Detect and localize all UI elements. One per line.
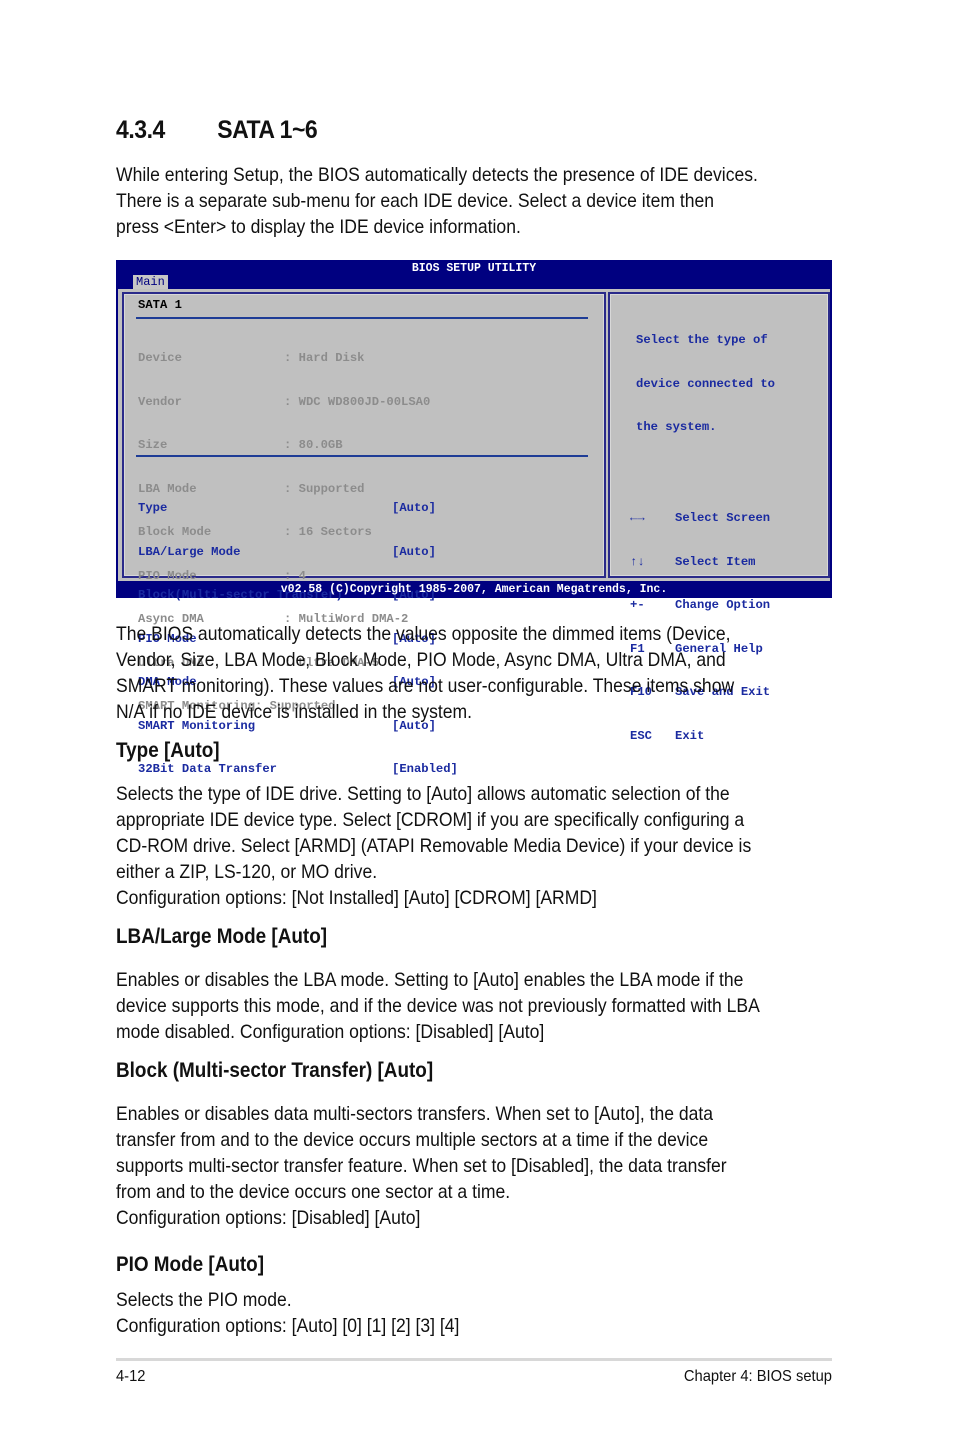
text-line: CD-ROM drive. Select [ARMD] (ATAPI Remov… <box>116 835 752 857</box>
key-row: ↑↓ Select Item <box>630 554 756 569</box>
text-line: supports multi-sector transfer feature. … <box>116 1155 727 1177</box>
text-line: Enables or disables the LBA mode. Settin… <box>116 969 744 991</box>
block-description: Enables or disables data multi-sectors t… <box>116 1101 782 1231</box>
text-line: SMART monitoring). These values are not … <box>116 675 735 697</box>
text-line: device supports this mode, and if the de… <box>116 995 760 1017</box>
bios-screenshot: BIOS SETUP UTILITY Main SATA 1 Device: H… <box>116 260 832 776</box>
section-number: 4.3.4 <box>116 116 165 144</box>
settings-panel: SATA 1 Device: Hard Disk Vendor: WDC WD8… <box>122 292 606 776</box>
key-row: ESC Exit <box>630 728 705 743</box>
option-row-lba-large-mode[interactable]: LBA/Large Mode [Auto] <box>138 545 458 560</box>
key-row: +- Change Option <box>630 598 771 612</box>
heading-lba-large-mode: LBA/Large Mode [Auto] <box>116 925 328 948</box>
text-line: mode disabled. Configuration options: [D… <box>116 1021 545 1043</box>
heading-pio-mode: PIO Mode [Auto] <box>116 1253 265 1276</box>
help-line: the system. <box>636 420 717 434</box>
text-line: While entering Setup, the BIOS automatic… <box>116 164 758 186</box>
page-number: 4-12 <box>116 1368 146 1385</box>
text-line: transfer from and to the device occurs m… <box>116 1129 709 1151</box>
tab-main[interactable]: Main <box>133 275 168 289</box>
section-heading: 4.3.4 SATA 1~6 <box>116 116 318 145</box>
lba-description: Enables or disables the LBA mode. Settin… <box>116 967 782 1045</box>
footer-divider <box>116 1358 832 1361</box>
left-right-arrows-icon: ←→ <box>630 511 645 525</box>
pio-description: Selects the PIO mode. Configuration opti… <box>116 1287 782 1339</box>
panel-title: SATA 1 <box>138 298 182 312</box>
heading-block-transfer: Block (Multi-sector Transfer) [Auto] <box>116 1059 434 1082</box>
text-line: Configuration options: [Not Installed] [… <box>116 887 597 909</box>
help-line: Select the type of <box>636 333 768 347</box>
text-line: appropriate IDE device type. Select [CDR… <box>116 809 745 831</box>
section-title: SATA 1~6 <box>217 116 318 144</box>
text-line: There is a separate sub-menu for each ID… <box>116 190 714 212</box>
text-line: N/A if no IDE device is installed in the… <box>116 701 473 723</box>
option-row-32bit-transfer[interactable]: 32Bit Data Transfer [Enabled] <box>138 762 458 777</box>
bios-title: BIOS SETUP UTILITY <box>411 262 537 275</box>
detection-paragraph: The BIOS automatically detects the value… <box>116 621 782 725</box>
help-line: device connected to <box>636 376 775 391</box>
up-down-arrows-icon: ↑↓ <box>630 554 645 569</box>
text-line: Configuration options: [Disabled] [Auto] <box>116 1207 421 1229</box>
text-line: Selects the type of IDE drive. Setting t… <box>116 783 730 805</box>
divider <box>136 317 588 319</box>
text-line: The BIOS automatically detects the value… <box>116 623 731 645</box>
info-row: Device: Hard Disk <box>138 351 365 365</box>
intro-paragraph: While entering Setup, the BIOS automatic… <box>116 162 782 240</box>
text-line: Enables or disables data multi-sectors t… <box>116 1103 714 1125</box>
chapter-title: Chapter 4: BIOS setup <box>683 1368 832 1385</box>
heading-type: Type [Auto] <box>116 739 220 762</box>
text-line: either a ZIP, LS-120, or MO drive. <box>116 861 378 883</box>
option-row-type[interactable]: Type [Auto] <box>138 501 458 516</box>
text-line: Vendor, Size, LBA Mode, Block Mode, PIO … <box>116 649 726 671</box>
divider <box>136 455 588 457</box>
bios-body: SATA 1 Device: Hard Disk Vendor: WDC WD8… <box>118 289 830 776</box>
help-text: Select the type of device connected to t… <box>636 304 775 464</box>
help-panel: Select the type of device connected to t… <box>608 292 830 743</box>
bios-copyright: v02.58 (C)Copyright 1985-2007, American … <box>280 583 668 596</box>
info-row: Size: 80.0GB <box>138 438 343 452</box>
text-line: press <Enter> to display the IDE device … <box>116 216 521 238</box>
type-description: Selects the type of IDE drive. Setting t… <box>116 781 782 911</box>
text-line: Configuration options: [Auto] [0] [1] [2… <box>116 1315 460 1337</box>
text-line: Selects the PIO mode. <box>116 1289 292 1311</box>
key-row: ←→ Select Screen <box>630 511 771 525</box>
info-row: Vendor: WDC WD800JD-00LSA0 <box>138 394 431 409</box>
text-line: from and to the device occurs one sector… <box>116 1181 511 1203</box>
